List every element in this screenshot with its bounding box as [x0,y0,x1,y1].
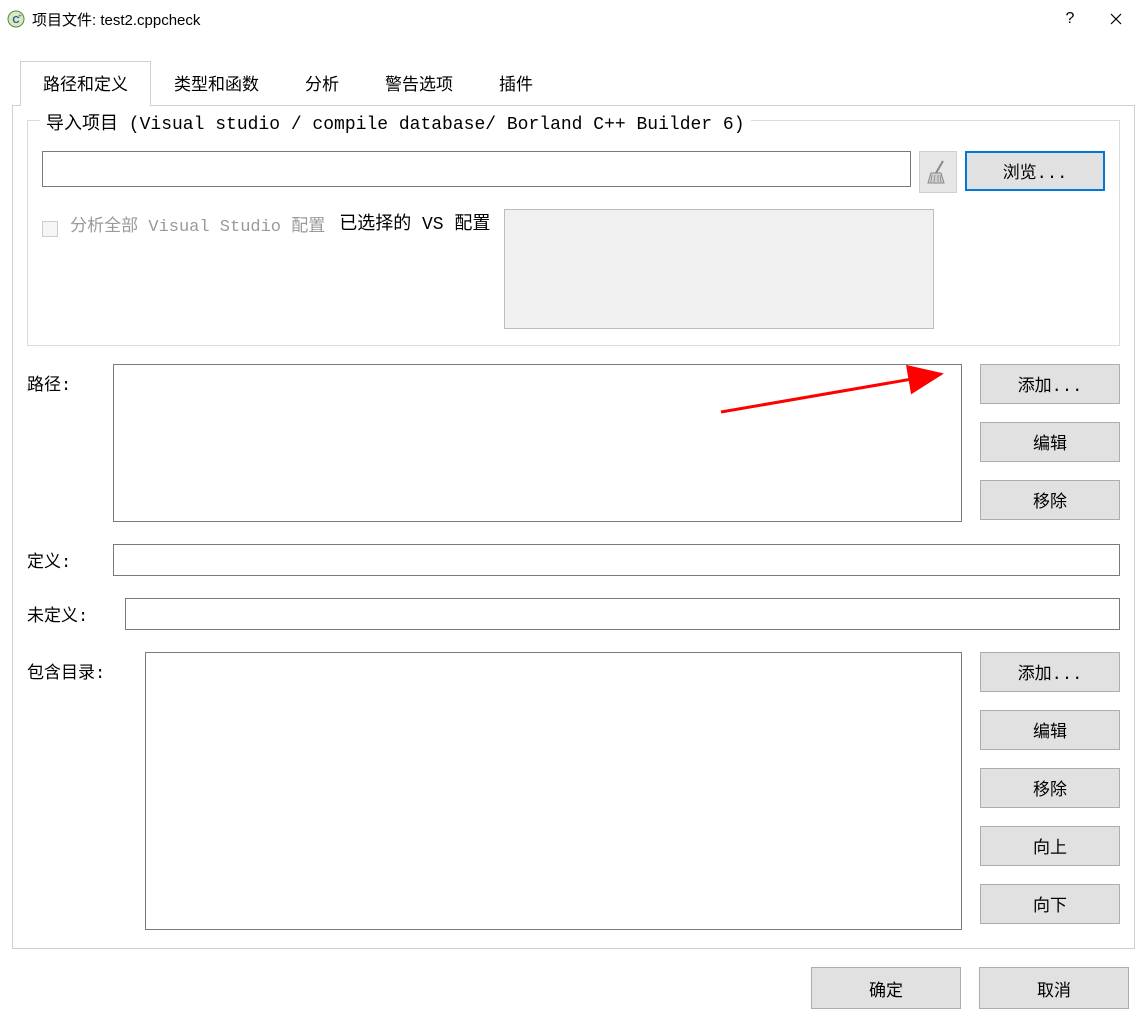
close-button[interactable] [1093,3,1139,35]
paths-list[interactable] [113,364,962,522]
tab-analysis[interactable]: 分析 [282,60,362,105]
broom-icon [927,159,949,185]
includes-up-button[interactable]: 向上 [980,826,1120,866]
tabs-row: 路径和定义 类型和函数 分析 警告选项 插件 [20,60,1141,105]
vs-config-list [504,209,934,329]
defines-row: 定义: [27,544,1120,576]
close-icon [1110,13,1122,25]
analyze-all-vs-checkbox [42,221,58,237]
browse-button[interactable]: 浏览... [965,151,1105,191]
tab-types-functions[interactable]: 类型和函数 [151,60,282,105]
defines-label: 定义: [27,547,113,573]
paths-remove-button[interactable]: 移除 [980,480,1120,520]
includes-edit-button[interactable]: 编辑 [980,710,1120,750]
tab-addons[interactable]: 插件 [476,60,556,105]
import-path-input[interactable] [42,151,911,187]
defines-input[interactable] [113,544,1120,576]
analyze-all-vs-label: 分析全部 Visual Studio 配置 [70,218,325,237]
undefines-input[interactable] [125,598,1120,630]
includes-add-button[interactable]: 添加... [980,652,1120,692]
paths-label: 路径: [27,364,113,396]
includes-row: 包含目录: 添加... 编辑 移除 向上 向下 [27,652,1120,930]
includes-list[interactable] [145,652,962,930]
import-group-title: 导入项目 (Visual studio / compile database/ … [40,109,751,135]
app-icon: C + [6,9,26,29]
window-title: 项目文件: test2.cppcheck [32,9,200,30]
includes-remove-button[interactable]: 移除 [980,768,1120,808]
import-project-group: 导入项目 (Visual studio / compile database/ … [27,120,1120,346]
includes-label: 包含目录: [27,652,145,684]
undefines-label: 未定义: [27,601,125,627]
cancel-button[interactable]: 取消 [979,967,1129,1009]
tab-paths-defines[interactable]: 路径和定义 [20,61,151,106]
paths-edit-button[interactable]: 编辑 [980,422,1120,462]
includes-down-button[interactable]: 向下 [980,884,1120,924]
help-button[interactable]: ? [1047,3,1093,35]
dialog-footer: 确定 取消 [6,949,1141,1009]
tab-warning-options[interactable]: 警告选项 [362,60,476,105]
ok-button[interactable]: 确定 [811,967,961,1009]
paths-row: 路径: 添加... 编辑 移除 [27,364,1120,522]
svg-text:+: + [18,14,22,20]
titlebar: C + 项目文件: test2.cppcheck ? [0,0,1147,38]
tab-panel-paths: 导入项目 (Visual studio / compile database/ … [12,105,1135,949]
import-icon-button[interactable] [919,151,957,193]
undefines-row: 未定义: [27,598,1120,630]
selected-vs-label: 已选择的 VS 配置 [339,209,490,235]
paths-add-button[interactable]: 添加... [980,364,1120,404]
